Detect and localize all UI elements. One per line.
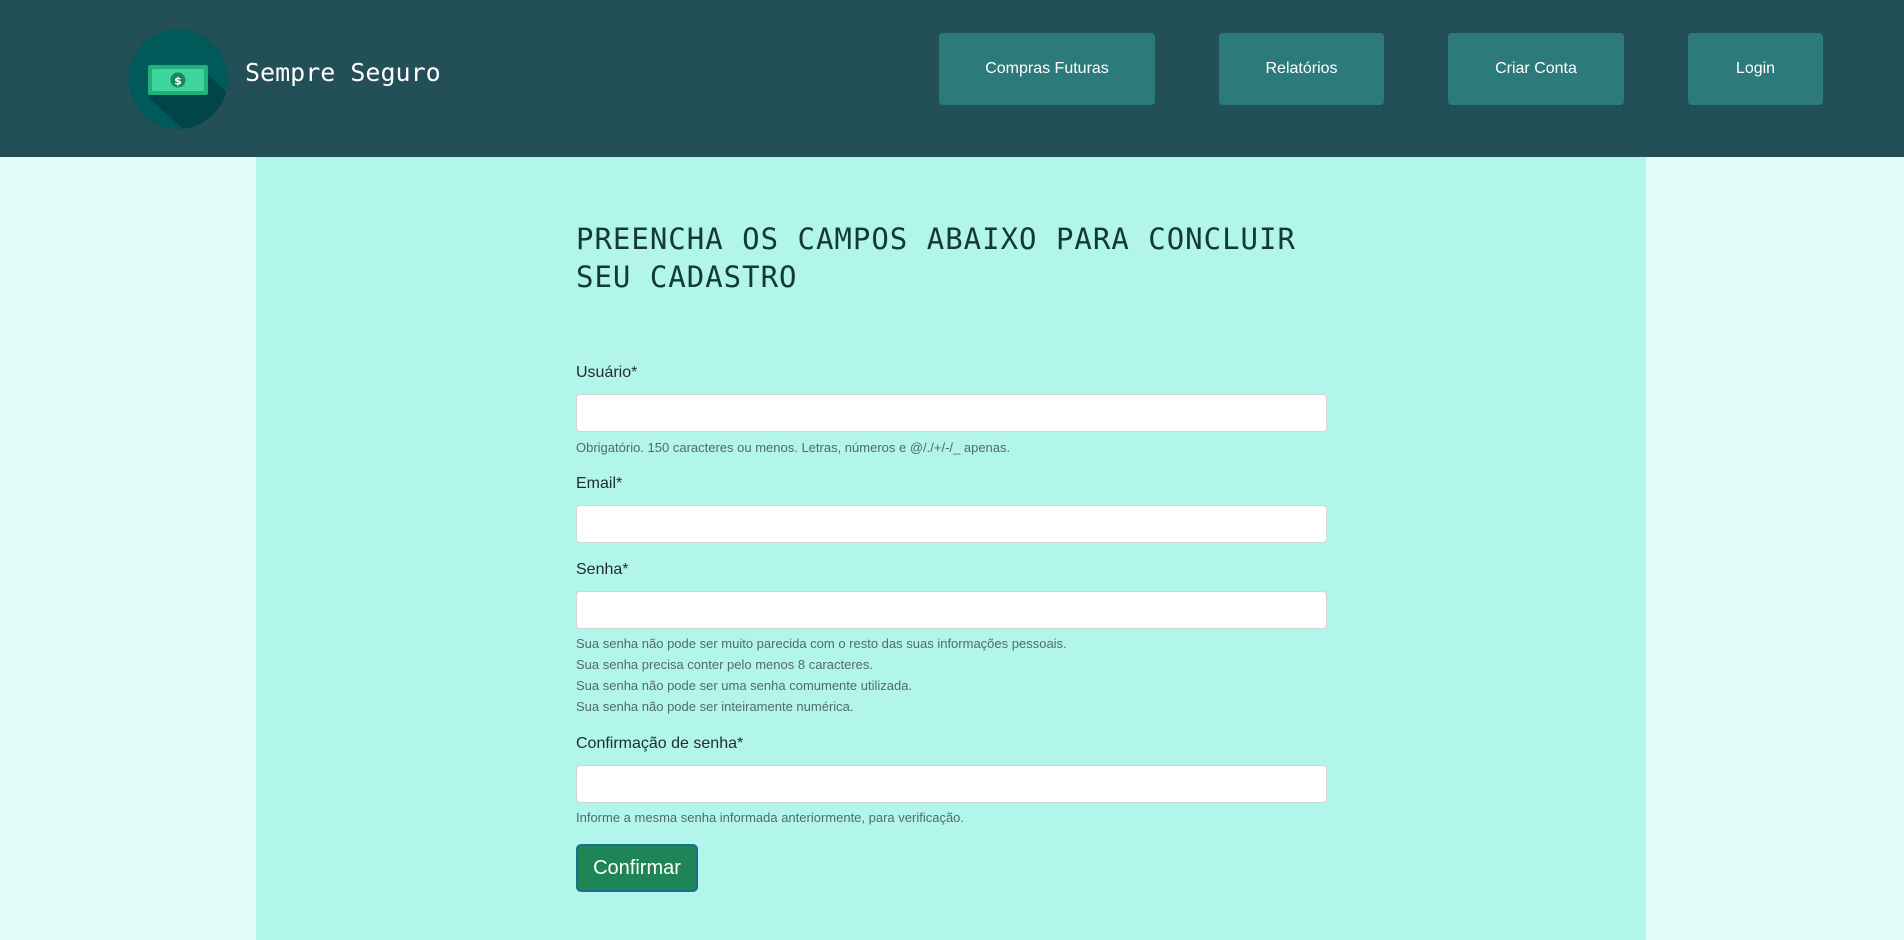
username-input[interactable] [576,394,1327,432]
nav-criar-conta-button[interactable]: Criar Conta [1448,33,1624,105]
page-title-line-1: PREENCHA OS CAMPOS ABAIXO PARA CONCLUIR [576,222,1296,256]
username-label: Usuário* [576,364,638,381]
password-confirm-help-text: Informe a mesma senha informada anterior… [576,810,965,825]
password-confirm-label: Confirmação de senha* [576,735,744,752]
svg-text:$: $ [174,75,182,88]
password-help-item: Sua senha precisa conter pelo menos 8 ca… [576,657,874,672]
page-title-line-2: SEU CADASTRO [576,260,798,294]
password-input[interactable] [576,591,1327,629]
email-label: Email* [576,475,623,492]
site-header: $ Sempre Seguro Compras Futuras Relatóri… [0,0,1904,157]
password-help-item: Sua senha não pode ser uma senha comumen… [576,678,913,693]
email-input[interactable] [576,505,1327,543]
nav-relatorios-button[interactable]: Relatórios [1219,33,1384,105]
password-confirm-input[interactable] [576,765,1327,803]
page-title: PREENCHA OS CAMPOS ABAIXO PARA CONCLUIR … [576,220,1336,296]
password-help-item: Sua senha não pode ser inteiramente numé… [576,699,854,714]
password-label: Senha* [576,561,629,578]
brand-name[interactable]: Sempre Seguro [245,58,441,88]
nav-login-button[interactable]: Login [1688,33,1823,105]
password-help-item: Sua senha não pode ser muito parecida co… [576,636,1067,651]
username-help-text: Obrigatório. 150 caracteres ou menos. Le… [576,440,1011,455]
password-help-list: Sua senha não pode ser muito parecida co… [576,633,1067,717]
nav-compras-futuras-button[interactable]: Compras Futuras [939,33,1155,105]
money-bill-icon[interactable]: $ [128,29,228,129]
confirm-button[interactable]: Confirmar [576,844,698,892]
